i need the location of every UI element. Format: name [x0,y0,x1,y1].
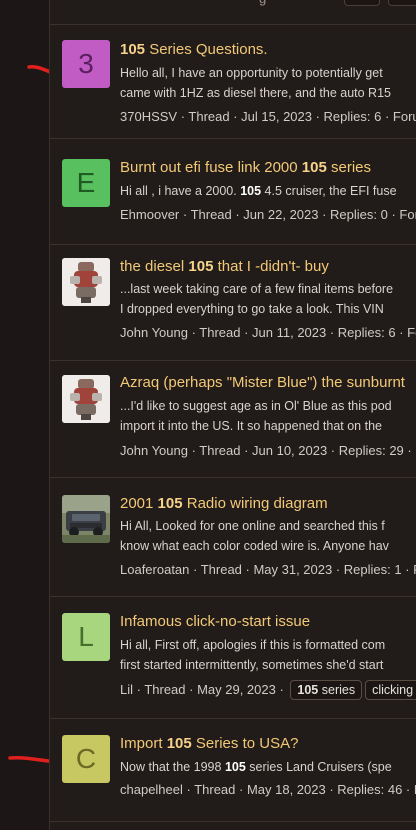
title-highlight: 105 [166,735,192,752]
thread-title-link[interactable]: Burnt out efi fuse link 2000 105 series [120,159,371,176]
engine-photo-avatar [62,375,110,423]
avatar-letter: C [75,743,97,774]
snippet-text: Now that the 1998 [120,760,225,774]
result-snippet: Hello all, I have an opportunity to pote… [120,64,391,103]
thread-title-link[interactable]: 2001 105 Radio wiring diagram [120,495,328,512]
result-meta: John Young · Thread · Jun 11, 2023 · Rep… [120,325,416,340]
result-snippet: Hi all , i have a 2000. 105 4.5 cruiser,… [120,182,397,202]
top-toolbar-fragment: g [50,0,416,25]
search-result-item: L Infamous click-no-start issue Hi all, … [50,596,416,719]
search-results-panel: g 3 105 Series Questions. Hello all, I h… [49,0,416,830]
thread-title-link[interactable]: Import 105 Series to USA? [120,735,298,752]
search-result-item: 3 105 Series Questions. Hello all, I hav… [50,24,416,139]
snippet-line: import it into the US. It so happened th… [120,418,382,433]
result-snippet: Hi all, First off, apologies if this is … [120,636,385,675]
tag-text: series [318,683,356,697]
snippet-line: Hello all, I have an opportunity to pote… [120,66,383,80]
meta-text: Lil · Thread · May 29, 2023 · [120,682,288,697]
snippet-text: series Land Cruisers (spe [245,760,392,774]
toolbar-faint-text: g [259,0,266,6]
red-annotation-mark-2 [8,756,50,763]
snippet-line: Hi all, First off, apologies if this is … [120,638,386,652]
title-text: series [326,159,371,176]
avatar[interactable] [62,495,110,543]
thread-title-link[interactable]: Azraq (perhaps "Mister Blue") the sunbur… [120,374,405,391]
avatar[interactable]: C [62,735,110,783]
avatar-letter: L [78,621,94,652]
snippet-highlight: 105 [240,184,262,198]
avatar-letter: 3 [78,48,94,79]
truck-photo-avatar [62,495,110,543]
snippet-text: Hi all , i have a 2000. [120,184,241,198]
title-text: 2001 [120,495,158,512]
snippet-line: first started intermittently, sometimes … [120,657,384,672]
avatar-letter: E [76,167,96,198]
search-result-item: the diesel 105 that I -didn't- buy ...la… [50,244,416,361]
tag-clicking[interactable]: clicking [365,680,416,700]
snippet-line: ...last week taking care of a few final … [120,282,394,296]
snippet-line: came with 1HZ as diesel there, and the a… [120,85,391,100]
result-meta: Loaferoatan · Thread · May 31, 2023 · Re… [120,562,416,577]
search-result-item: Azraq (perhaps "Mister Blue") the sunbur… [50,360,416,478]
snippet-line: I dropped everything to go take a look. … [120,301,384,316]
title-text: Burnt out efi fuse link 2000 [120,159,302,176]
search-result-item: C Import 105 Series to USA? Now that the… [50,718,416,822]
search-result-item: 2001 105 Radio wiring diagram Hi All, Lo… [50,477,416,597]
snippet-highlight: 105 [224,760,246,774]
title-highlight: 105 [301,159,327,176]
result-meta: John Young · Thread · Jun 10, 2023 · Rep… [120,443,416,458]
result-snippet: ...I'd like to suggest age as in Ol' Blu… [120,397,392,436]
snippet-text: 4.5 cruiser, the EFI fuse [261,184,397,198]
toolbar-button[interactable] [344,0,380,6]
title-text: Series to USA? [191,735,299,752]
snippet-line: ...I'd like to suggest age as in Ol' Blu… [120,399,392,413]
title-text: that I -didn't- buy [213,258,329,275]
thread-title-link[interactable]: Infamous click-no-start issue [120,613,310,630]
title-highlight: 105 [120,41,146,58]
result-snippet: Hi All, Looked for one online and search… [120,517,389,556]
result-meta: chapelheel · Thread · May 18, 2023 · Rep… [120,782,416,797]
avatar[interactable]: L [62,613,110,661]
title-highlight: 105 [157,495,183,512]
result-meta: Lil · Thread · May 29, 2023 · 105 series… [120,680,416,700]
snippet-line: know what each color coded wire is. Anyo… [120,538,389,553]
title-highlight: 105 [188,258,214,275]
engine-photo-avatar [62,258,110,306]
tag-highlight: 105 [297,683,319,697]
thread-title-link[interactable]: 105 Series Questions. [120,41,268,58]
result-meta: 370HSSV · Thread · Jul 15, 2023 · Replie… [120,109,416,124]
title-text: Radio wiring diagram [182,495,328,512]
result-meta: Ehmoover · Thread · Jun 22, 2023 · Repli… [120,207,416,222]
avatar[interactable]: E [62,159,110,207]
tag-105-series[interactable]: 105 series [290,680,363,700]
thread-title-link[interactable]: the diesel 105 that I -didn't- buy [120,258,329,275]
title-text: Import [120,735,167,752]
avatar[interactable] [62,375,110,423]
tag-text: clicking [372,683,414,697]
avatar[interactable] [62,258,110,306]
toolbar-button[interactable] [388,0,416,6]
avatar[interactable]: 3 [62,40,110,88]
result-snippet: ...last week taking care of a few final … [120,280,393,319]
title-text: the diesel [120,258,189,275]
snippet-line: Hi All, Looked for one online and search… [120,519,385,533]
search-result-item: E Burnt out efi fuse link 2000 105 serie… [50,138,416,245]
result-snippet: Now that the 1998 105 series Land Cruise… [120,758,392,778]
left-gutter [0,0,49,830]
title-text: Series Questions. [145,41,268,58]
